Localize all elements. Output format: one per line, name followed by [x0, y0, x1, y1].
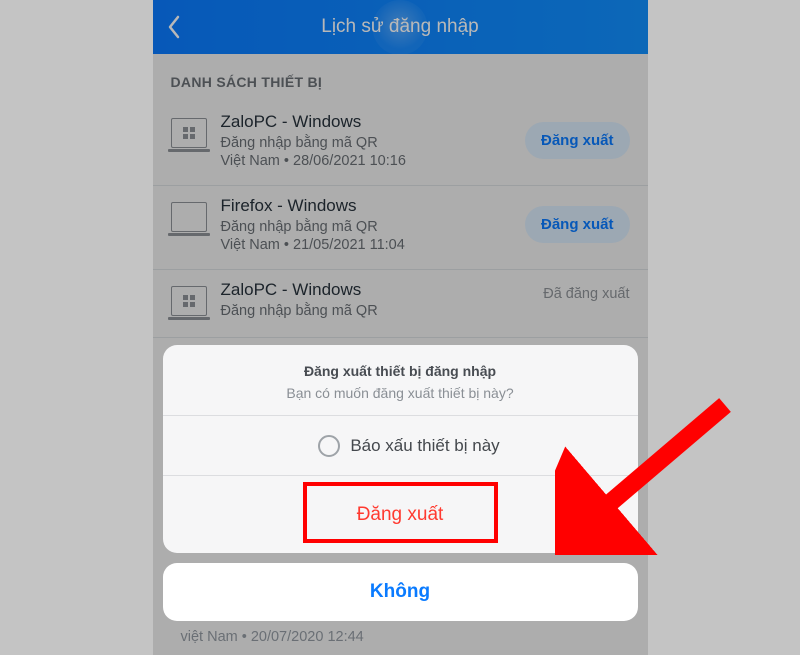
cancel-button[interactable]: Không — [163, 563, 638, 621]
sheet-message: Bạn có muốn đăng xuất thiết bị này? — [187, 385, 614, 401]
sheet-title: Đăng xuất thiết bị đăng nhập — [187, 363, 614, 379]
action-sheet-container: Đăng xuất thiết bị đăng nhập Bạn có muốn… — [163, 345, 638, 645]
confirm-logout-button[interactable]: Đăng xuất — [163, 475, 638, 553]
radio-unchecked-icon — [318, 435, 340, 457]
report-device-option[interactable]: Báo xấu thiết bị này — [163, 415, 638, 475]
sheet-header: Đăng xuất thiết bị đăng nhập Bạn có muốn… — [163, 345, 638, 415]
confirm-label: Đăng xuất — [357, 504, 444, 526]
report-label: Báo xấu thiết bị này — [350, 436, 499, 456]
phone-frame: Lịch sử đăng nhập DANH SÁCH THIẾT BỊ Zal… — [153, 0, 648, 655]
action-sheet: Đăng xuất thiết bị đăng nhập Bạn có muốn… — [163, 345, 638, 553]
cancel-label: Không — [370, 581, 430, 603]
device-meta-peek: việt Nam • 20/07/2020 12:44 — [163, 621, 638, 645]
